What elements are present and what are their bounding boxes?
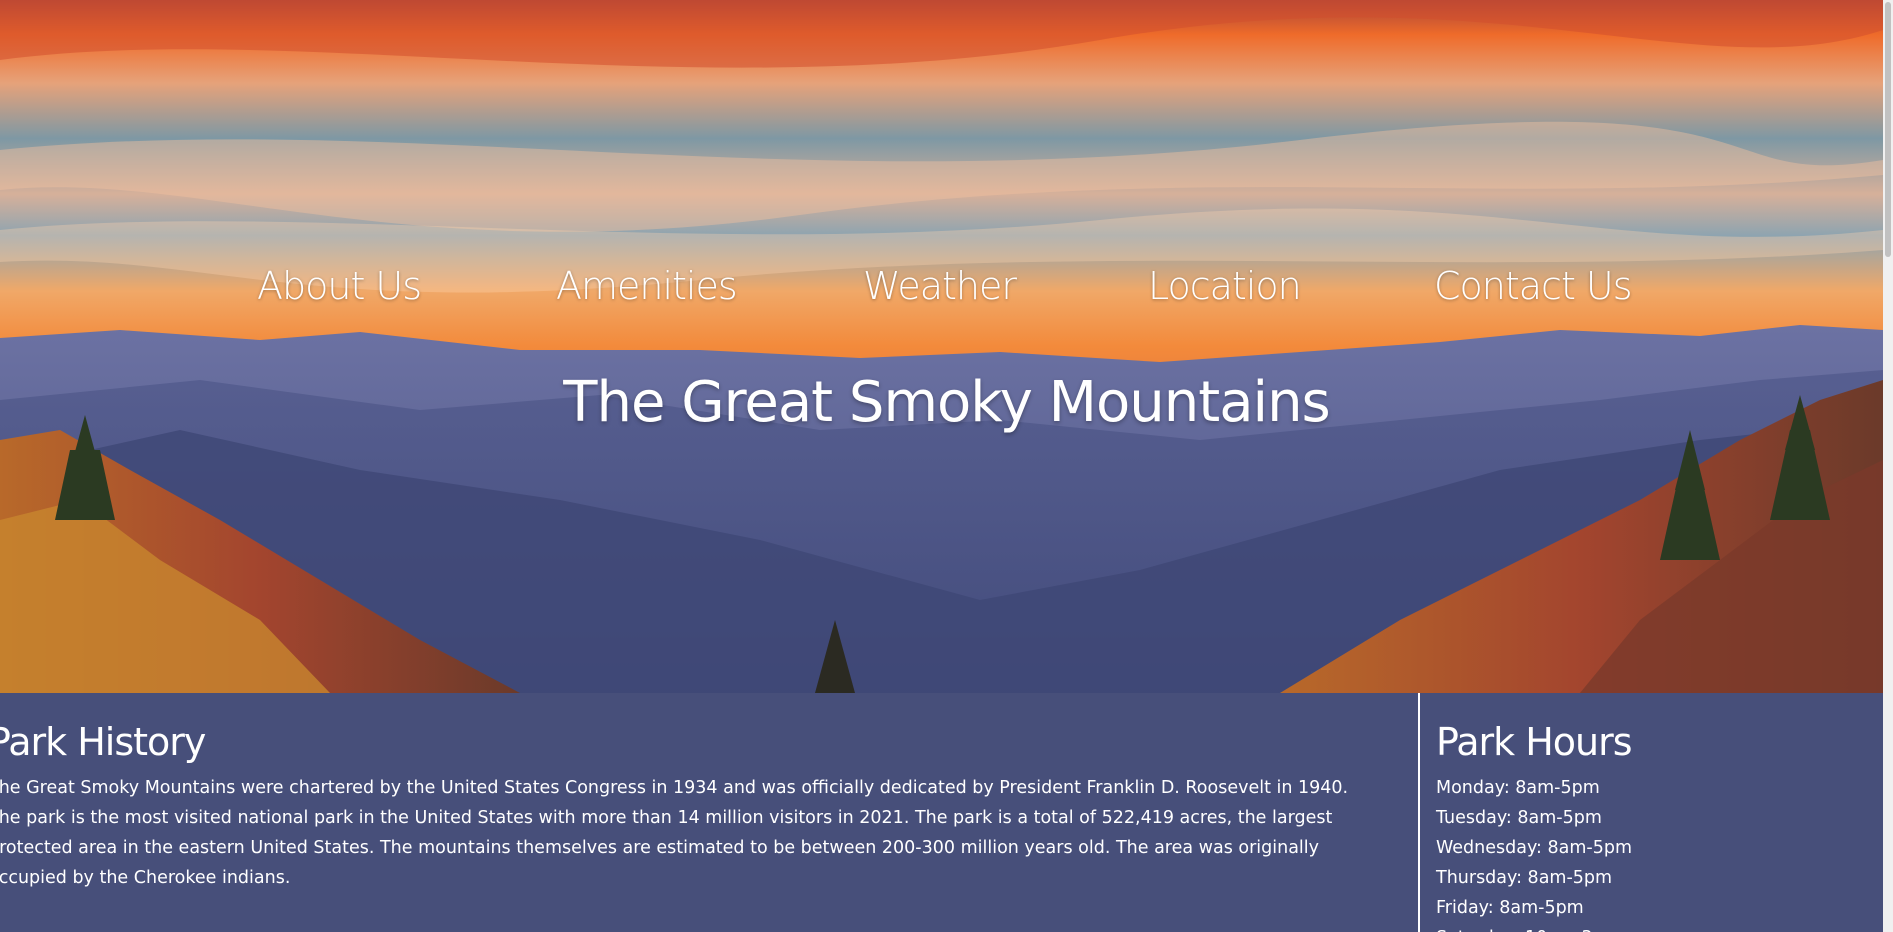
park-history-heading: Park History [0,720,206,764]
park-hours-section: Park Hours Monday: 8am-5pm Tuesday: 8am-… [1436,693,1866,932]
mountain-landscape-image [0,0,1883,693]
nav-link-contact-us[interactable]: Contact Us [1434,258,1633,314]
vertical-scrollbar[interactable] [1883,0,1893,932]
hero-banner: About Us Amenities Weather Location Cont… [0,0,1883,693]
nav-link-weather[interactable]: Weather [863,258,1017,314]
hours-item-friday: Friday: 8am-5pm [1436,898,1584,918]
nav-link-about-us[interactable]: About Us [257,258,422,314]
hours-item-tuesday: Tuesday: 8am-5pm [1436,808,1602,828]
nav-link-location[interactable]: Location [1148,258,1302,314]
main-nav: About Us Amenities Weather Location Cont… [0,258,1883,314]
park-history-text: The Great Smoky Mountains were chartered… [0,778,1349,888]
section-divider [1418,693,1420,932]
nav-link-amenities[interactable]: Amenities [556,258,738,314]
park-history-section: Park History The Great Smoky Mountains w… [0,693,1388,893]
page: About Us Amenities Weather Location Cont… [0,0,1893,932]
hours-item-saturday: Saturday: 10am-3pm [1436,923,1866,932]
hours-item-wednesday: Wednesday: 8am-5pm [1436,838,1633,858]
scrollbar-thumb[interactable] [1885,2,1891,257]
park-hours-list: Monday: 8am-5pm Tuesday: 8am-5pm Wednesd… [1436,773,1866,932]
content-section: Park History The Great Smoky Mountains w… [0,693,1883,932]
hours-item-monday: Monday: 8am-5pm [1436,778,1600,798]
page-title: The Great Smoky Mountains [563,370,1330,435]
park-hours-heading: Park Hours [1436,720,1633,764]
hours-item-thursday: Thursday: 8am-5pm [1436,868,1613,888]
